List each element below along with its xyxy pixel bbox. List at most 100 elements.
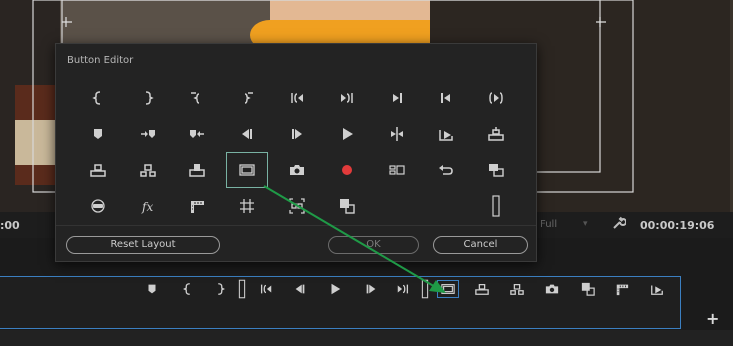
- grid-icon[interactable]: [222, 188, 272, 224]
- play-stop-icon[interactable]: [325, 281, 345, 297]
- go-to-next-marker-icon: [140, 130, 155, 138]
- fx-icon: fx: [141, 200, 153, 214]
- trim-icon: [489, 164, 504, 177]
- go-to-in-icon[interactable]: [256, 281, 276, 297]
- extract-icon: [139, 164, 156, 177]
- go-to-out-alt-icon[interactable]: [372, 80, 422, 116]
- go-to-out-icon: [397, 284, 409, 294]
- spacer-bar-icon: [421, 279, 429, 299]
- multicam-icon: [388, 165, 405, 175]
- mark-out-icon[interactable]: [210, 281, 230, 297]
- loop-icon[interactable]: [421, 152, 471, 188]
- clear-in-icon[interactable]: [173, 80, 223, 116]
- export-icon: [651, 285, 663, 295]
- extract-icon[interactable]: [123, 152, 173, 188]
- timeline-left-timecode: :00: [0, 219, 20, 232]
- trim-icon[interactable]: [471, 152, 521, 188]
- play-in-to-out-icon: [489, 92, 503, 104]
- export-icon: [439, 130, 454, 141]
- add-marker-icon[interactable]: [142, 281, 162, 297]
- safe-margins-icon[interactable]: [226, 152, 269, 188]
- mark-out-icon[interactable]: [123, 80, 173, 116]
- spacer-bar-icon[interactable]: [471, 188, 521, 224]
- spacer-bar-icon: [492, 195, 500, 217]
- step-back-icon[interactable]: [222, 116, 272, 152]
- go-to-in-alt-icon: [441, 93, 451, 103]
- export-frame-icon[interactable]: [272, 152, 322, 188]
- proxy-icon[interactable]: [578, 281, 598, 297]
- shuttle-icon[interactable]: [372, 116, 422, 152]
- lift-icon[interactable]: [73, 152, 123, 188]
- export-frame-icon[interactable]: [542, 281, 562, 297]
- go-to-out-icon[interactable]: [322, 80, 372, 116]
- mark-in-icon[interactable]: [73, 80, 123, 116]
- export-frame-icon: [289, 165, 304, 175]
- add-button[interactable]: +: [706, 309, 719, 328]
- spacer-bar-icon: [238, 279, 246, 299]
- lift-icon: [475, 283, 489, 295]
- mark-in-icon[interactable]: [178, 281, 198, 297]
- go-to-out-icon[interactable]: [393, 281, 413, 297]
- grid-icon: [240, 199, 255, 213]
- mark-in-icon: [183, 283, 190, 295]
- go-to-out-alt-icon: [392, 93, 402, 103]
- export-icon[interactable]: [647, 281, 667, 297]
- chevron-down-icon[interactable]: ▾: [583, 219, 588, 229]
- fx-icon[interactable]: fx: [123, 188, 173, 224]
- safe-margins-icon[interactable]: [437, 280, 459, 298]
- add-marker-icon: [148, 284, 156, 294]
- spacer-bar-icon[interactable]: [415, 279, 435, 299]
- safe-margins-icon: [441, 284, 455, 294]
- step-forward-icon: [291, 129, 302, 139]
- go-to-previous-marker-icon[interactable]: [173, 116, 223, 152]
- comparison-icon[interactable]: [272, 188, 322, 224]
- lift-icon[interactable]: [472, 281, 492, 297]
- go-to-in-icon: [291, 93, 303, 103]
- step-forward-icon[interactable]: [361, 281, 381, 297]
- cancel-button[interactable]: Cancel: [433, 236, 528, 254]
- go-to-in-icon[interactable]: [272, 80, 322, 116]
- extract-icon[interactable]: [507, 281, 527, 297]
- resolution-dropdown[interactable]: Full: [540, 219, 557, 230]
- button-editor-dialog: Button Editor fx Reset Layout OK Cancel: [55, 43, 537, 262]
- wrench-icon[interactable]: [612, 216, 626, 230]
- playhead-timecode[interactable]: 00:00:19:06: [640, 219, 714, 232]
- add-marker-icon[interactable]: [73, 116, 123, 152]
- mark-in-icon: [92, 91, 100, 105]
- play-stop-icon: [331, 283, 341, 295]
- proxy-icon[interactable]: [322, 188, 372, 224]
- play-in-to-out-icon[interactable]: [471, 80, 521, 116]
- export-icon[interactable]: [421, 116, 471, 152]
- filmstrip-icon: [191, 201, 205, 213]
- vr-video-icon[interactable]: [73, 188, 123, 224]
- overwrite-icon[interactable]: [173, 152, 223, 188]
- insert-icon[interactable]: [471, 116, 521, 152]
- comparison-icon: [289, 198, 305, 214]
- play-stop-icon[interactable]: [322, 116, 372, 152]
- step-forward-icon[interactable]: [272, 116, 322, 152]
- spacer-icon: [372, 188, 422, 224]
- step-back-icon: [242, 129, 253, 139]
- multicam-icon[interactable]: [372, 152, 422, 188]
- go-to-previous-marker-icon: [190, 130, 205, 138]
- ok-button[interactable]: OK: [328, 236, 419, 254]
- proxy-icon: [339, 199, 355, 214]
- clear-out-icon[interactable]: [222, 80, 272, 116]
- reset-layout-button[interactable]: Reset Layout: [66, 236, 220, 254]
- filmstrip-icon[interactable]: [173, 188, 223, 224]
- spacer-bar-icon[interactable]: [232, 279, 252, 299]
- record-icon: [341, 165, 352, 175]
- overwrite-icon: [189, 164, 206, 177]
- export-frame-icon: [545, 284, 559, 294]
- step-back-icon[interactable]: [290, 281, 310, 297]
- spacer-icon: [421, 188, 471, 224]
- go-to-in-alt-icon[interactable]: [421, 80, 471, 116]
- filmstrip-icon[interactable]: [612, 281, 632, 297]
- go-to-next-marker-icon[interactable]: [123, 116, 173, 152]
- button-grid: fx: [73, 80, 521, 224]
- record-icon[interactable]: [322, 152, 372, 188]
- go-to-out-icon: [340, 93, 353, 103]
- proxy-icon: [581, 282, 595, 296]
- mark-out-icon: [218, 283, 225, 295]
- step-forward-icon: [366, 284, 376, 294]
